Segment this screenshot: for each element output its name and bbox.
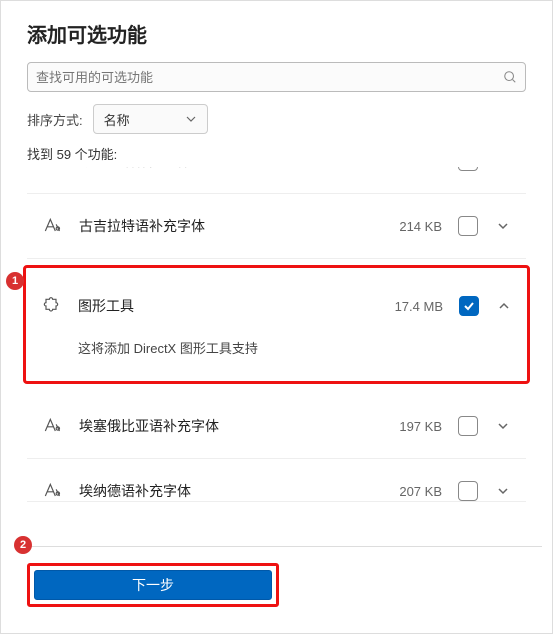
feature-name: 埃塞俄比亚语补充字体 (79, 416, 366, 436)
feature-item[interactable]: 埃塞俄比亚语补充字体 197 KB (27, 394, 526, 459)
chevron-down-icon (497, 220, 509, 232)
feature-item[interactable]: 图形工具 17.4 MB 这将添加 DirectX 图形工具支持 (26, 268, 527, 381)
chevron-down-icon (497, 485, 509, 497)
expand-toggle[interactable] (494, 220, 512, 232)
expand-toggle[interactable] (494, 485, 512, 497)
sort-label: 排序方式: (27, 110, 83, 129)
feature-size: 214 KB (382, 219, 442, 234)
feature-size: 207 KB (382, 484, 442, 499)
annotation-badge-1: 1 (6, 272, 24, 290)
feature-name: 古吉拉特语补充字体 (79, 216, 366, 236)
feature-checkbox[interactable] (458, 481, 478, 501)
feature-name: 埃纳德语补充字体 (79, 481, 366, 501)
expand-toggle[interactable] (495, 300, 513, 312)
feature-size: 17.4 MB (383, 299, 443, 314)
sort-selected-value: 名称 (104, 110, 130, 129)
next-button[interactable]: 下一步 (34, 570, 272, 600)
chevron-down-icon (185, 113, 197, 125)
chevron-down-icon (497, 420, 509, 432)
dialog-title: 添加可选功能 (27, 19, 526, 48)
highlighted-feature: 图形工具 17.4 MB 这将添加 DirectX 图形工具支持 (23, 265, 530, 384)
feature-checkbox[interactable] (458, 167, 478, 171)
feature-checkbox[interactable] (458, 416, 478, 436)
next-button-highlight: 下一步 (27, 563, 279, 607)
font-icon (41, 416, 63, 436)
feature-item[interactable]: 古吉拉特语补充字体 214 KB (27, 194, 526, 259)
font-icon (41, 216, 63, 236)
feature-size: 197 KB (382, 419, 442, 434)
font-icon (41, 481, 63, 501)
feature-item[interactable]: 叙利亚语补充字体 77.8 KB (27, 167, 526, 194)
sort-select[interactable]: 名称 (93, 104, 208, 134)
feature-item[interactable]: 埃纳德语补充字体 207 KB (27, 459, 526, 502)
search-icon (503, 70, 517, 84)
puzzle-icon (40, 296, 62, 316)
feature-checkbox[interactable] (458, 216, 478, 236)
chevron-up-icon (498, 300, 510, 312)
search-input-container[interactable] (27, 62, 526, 92)
feature-size: 77.8 KB (382, 167, 442, 169)
feature-checkbox[interactable] (459, 296, 479, 316)
annotation-badge-2: 2 (14, 536, 32, 554)
feature-description: 这将添加 DirectX 图形工具支持 (26, 338, 527, 381)
font-icon (41, 167, 63, 171)
expand-toggle[interactable] (494, 420, 512, 432)
search-input[interactable] (36, 70, 503, 85)
feature-name: 叙利亚语补充字体 (79, 167, 366, 171)
feature-name: 图形工具 (78, 296, 367, 316)
check-icon (463, 300, 475, 312)
results-count: 找到 59 个功能: (27, 144, 526, 163)
